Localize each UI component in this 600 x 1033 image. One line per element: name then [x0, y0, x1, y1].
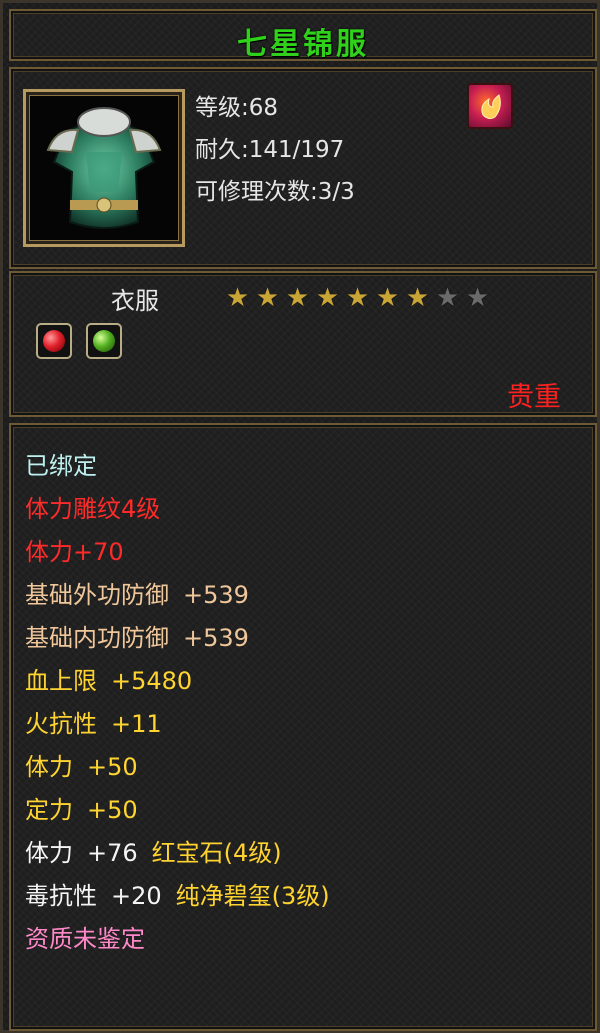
- attribute-text: 资质未鉴定: [25, 925, 145, 953]
- attribute-line: 体力 +76 红宝石(4级): [25, 832, 344, 875]
- star-rating: ★ ★ ★ ★ ★ ★ ★ ★ ★: [224, 285, 491, 311]
- attribute-text: 已绑定: [25, 452, 97, 480]
- gem-slot-1[interactable]: [36, 323, 72, 359]
- attribute-text: 血上限: [25, 667, 97, 695]
- attribute-line: 体力 +50: [25, 746, 344, 789]
- level-text: 等级:68: [195, 95, 279, 121]
- repair-count-text: 可修理次数:3/3: [195, 179, 355, 205]
- attribute-line: 基础内功防御 +539: [25, 617, 344, 660]
- red-gem-icon: [43, 330, 65, 352]
- star-filled-icon: ★: [255, 283, 280, 313]
- attribute-line: 基础外功防御 +539: [25, 574, 344, 617]
- item-type: 衣服: [111, 287, 159, 315]
- green-gem-icon: [93, 330, 115, 352]
- attribute-line: 火抗性 +11: [25, 703, 344, 746]
- item-name: 七星锦服: [237, 27, 369, 62]
- attribute-text: +5480: [111, 667, 193, 695]
- star-filled-icon: ★: [315, 283, 340, 313]
- attribute-text: 体力雕纹4级: [25, 495, 161, 523]
- item-tooltip: 七星锦服 等级:68 耐久:141/197 可修理次数:3/3 衣服 ★ ★ ★…: [0, 0, 600, 1033]
- durability-text: 耐久:141/197: [195, 137, 345, 163]
- attribute-text: +50: [87, 753, 138, 781]
- attribute-line: 已绑定: [25, 445, 344, 488]
- attribute-text: 定力: [25, 796, 73, 824]
- attribute-text: +539: [183, 624, 249, 652]
- star-filled-icon: ★: [345, 283, 370, 313]
- attributes-panel: 已绑定体力雕纹4级 体力+70 基础外功防御 +539 基础内功防御 +539 血上限 +54…: [9, 423, 597, 1031]
- title-bar: 七星锦服: [9, 9, 597, 62]
- item-stats-header: 等级:68 耐久:141/197 可修理次数:3/3: [195, 87, 355, 213]
- item-info-panel: 等级:68 耐久:141/197 可修理次数:3/3: [9, 67, 597, 269]
- attribute-text: 纯净碧玺(3级): [175, 882, 330, 910]
- attribute-text: +539: [183, 581, 249, 609]
- attribute-text: 红宝石(4级): [151, 839, 282, 867]
- attribute-text: +11: [111, 710, 162, 738]
- attribute-text: +20: [111, 882, 162, 910]
- attribute-text: 体力: [25, 839, 73, 867]
- attribute-text: 火抗性: [25, 710, 97, 738]
- attribute-text: 体力+70: [25, 538, 124, 566]
- attribute-line: 定力 +50: [25, 789, 344, 832]
- star-filled-icon: ★: [225, 283, 250, 313]
- attribute-line: 体力雕纹4级: [25, 488, 344, 531]
- attribute-text: 基础外功防御: [25, 581, 169, 609]
- attribute-text: 体力: [25, 753, 73, 781]
- attribute-text: 基础内功防御: [25, 624, 169, 652]
- rarity-label: 贵重: [507, 382, 561, 413]
- gem-slot-2[interactable]: [86, 323, 122, 359]
- attribute-text: +76: [87, 839, 138, 867]
- attribute-list: 已绑定体力雕纹4级 体力+70 基础外功防御 +539 基础内功防御 +539 血上限 +54…: [25, 445, 344, 961]
- attribute-line: 资质未鉴定: [25, 918, 344, 961]
- attribute-text: +50: [87, 796, 138, 824]
- armor-chestplate-icon: [23, 89, 185, 247]
- star-filled-icon: ★: [285, 283, 310, 313]
- star-empty-icon: ★: [435, 283, 460, 313]
- attribute-line: 体力+70: [25, 531, 344, 574]
- star-filled-icon: ★: [405, 283, 430, 313]
- fire-emblem-icon: [467, 83, 513, 129]
- attribute-text: 毒抗性: [25, 882, 97, 910]
- attribute-line: 血上限 +5480: [25, 660, 344, 703]
- star-filled-icon: ★: [375, 283, 400, 313]
- attribute-line: 毒抗性 +20 纯净碧玺(3级): [25, 875, 344, 918]
- item-type-panel: 衣服 ★ ★ ★ ★ ★ ★ ★ ★ ★ 贵重: [9, 271, 597, 417]
- star-empty-icon: ★: [465, 283, 490, 313]
